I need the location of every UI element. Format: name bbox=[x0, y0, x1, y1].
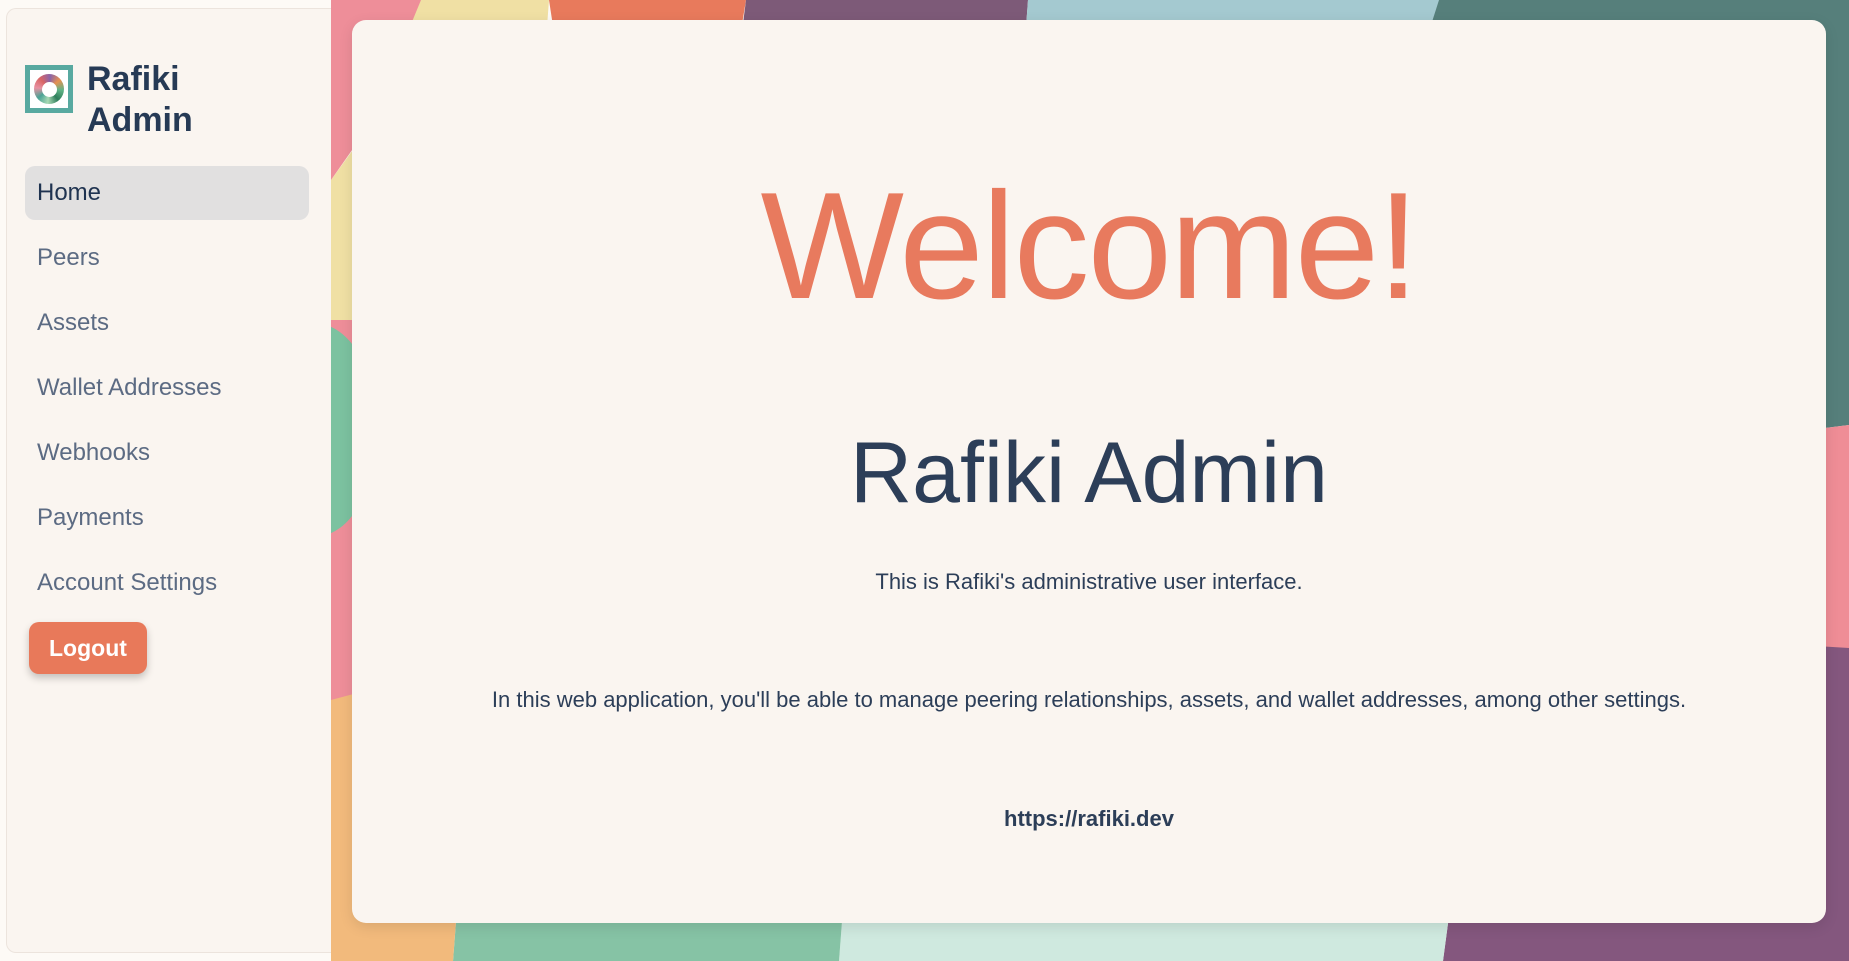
sidebar: Rafiki Admin Home Peers Assets Wallet Ad… bbox=[6, 8, 331, 953]
rafiki-ring-logo-icon bbox=[25, 65, 73, 113]
sidebar-nav: Home Peers Assets Wallet Addresses Webho… bbox=[25, 166, 309, 621]
sidebar-item-peers[interactable]: Peers bbox=[25, 231, 309, 285]
rafiki-dev-link[interactable]: https://rafiki.dev bbox=[352, 806, 1826, 832]
sidebar-item-label: Wallet Addresses bbox=[37, 374, 222, 402]
sidebar-item-home[interactable]: Home bbox=[25, 166, 309, 220]
logo-hole bbox=[42, 82, 57, 97]
brand-title: Rafiki Admin bbox=[87, 59, 247, 142]
sidebar-item-label: Peers bbox=[37, 244, 100, 272]
brand: Rafiki Admin bbox=[25, 59, 247, 142]
main-card: Welcome! Rafiki Admin This is Rafiki's a… bbox=[352, 20, 1826, 923]
sidebar-item-webhooks[interactable]: Webhooks bbox=[25, 426, 309, 480]
sidebar-item-label: Assets bbox=[37, 309, 109, 337]
sidebar-item-wallet-addresses[interactable]: Wallet Addresses bbox=[25, 361, 309, 415]
sidebar-item-label: Webhooks bbox=[37, 439, 150, 467]
sidebar-item-assets[interactable]: Assets bbox=[25, 296, 309, 350]
sidebar-item-payments[interactable]: Payments bbox=[25, 491, 309, 545]
description-text: In this web application, you'll be able … bbox=[352, 687, 1826, 713]
sidebar-item-label: Payments bbox=[37, 504, 144, 532]
page-title: Rafiki Admin bbox=[352, 430, 1826, 516]
subtitle-text: This is Rafiki's administrative user int… bbox=[352, 569, 1826, 595]
sidebar-item-label: Account Settings bbox=[37, 569, 217, 597]
sidebar-item-account-settings[interactable]: Account Settings bbox=[25, 556, 309, 610]
logo-ring bbox=[34, 74, 64, 104]
logout-button[interactable]: Logout bbox=[29, 622, 147, 674]
welcome-heading: Welcome! bbox=[352, 170, 1826, 322]
sidebar-item-label: Home bbox=[37, 179, 101, 207]
